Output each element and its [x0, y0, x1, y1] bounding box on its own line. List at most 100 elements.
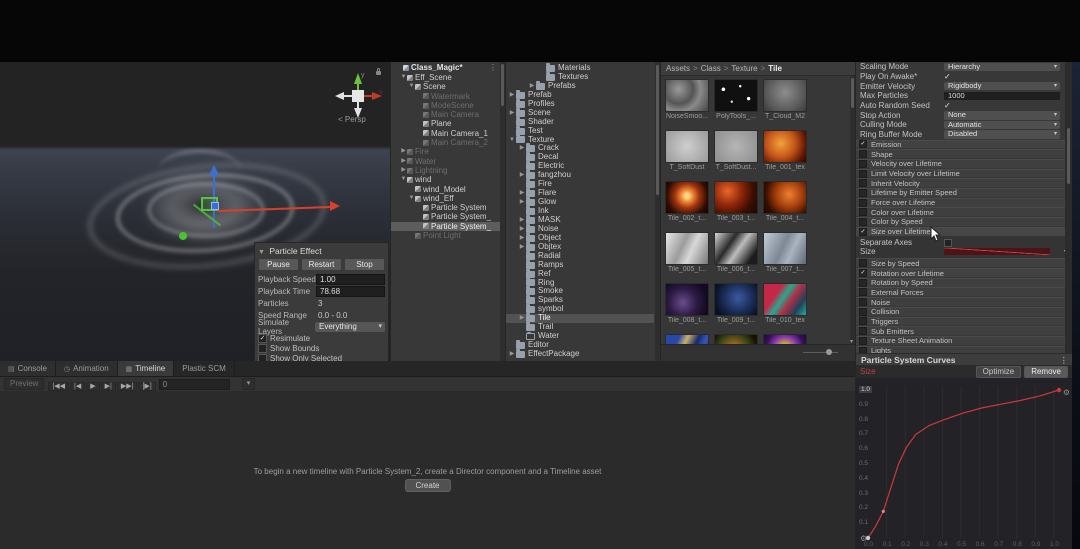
- hierarchy-item[interactable]: ModeScene: [391, 101, 505, 110]
- next-frame-button[interactable]: ▶|: [101, 382, 116, 391]
- show-only-selected-checkbox[interactable]: [258, 354, 267, 362]
- asset-item[interactable]: NoiseSmoo...: [665, 79, 709, 121]
- playback-time-input[interactable]: 78.68: [316, 286, 385, 297]
- module-checkbox[interactable]: [859, 170, 867, 178]
- foldout-closed-icon[interactable]: ▶: [518, 144, 526, 153]
- foldout-closed-icon[interactable]: ▶: [518, 225, 526, 234]
- project-folder-item[interactable]: ▶EffectPackage: [506, 350, 654, 359]
- optimize-button[interactable]: Optimize: [976, 366, 1022, 378]
- module-emission[interactable]: ✓Emission: [856, 140, 1072, 149]
- module-checkbox[interactable]: [859, 279, 867, 287]
- module-checkbox[interactable]: [859, 288, 867, 296]
- scrollbar-thumb[interactable]: [1067, 128, 1070, 184]
- foldout-closed-icon[interactable]: ▶: [518, 171, 526, 180]
- goto-start-button[interactable]: |◀◀: [48, 382, 69, 391]
- module-checkbox[interactable]: [859, 259, 867, 267]
- asset-thumbnail[interactable]: [665, 79, 709, 112]
- foldout-closed-icon[interactable]: ▶: [508, 91, 516, 100]
- module-checkbox[interactable]: [859, 308, 867, 316]
- asset-item[interactable]: Tile_006_t...: [714, 232, 758, 274]
- gizmo-center-handle[interactable]: [211, 202, 219, 210]
- project-folder-item[interactable]: Textures: [506, 73, 654, 82]
- asset-thumbnail[interactable]: [763, 283, 807, 316]
- asset-thumbnail[interactable]: [763, 79, 807, 112]
- gizmo-x-axis[interactable]: [218, 206, 330, 212]
- frame-number-field[interactable]: 0: [159, 379, 230, 390]
- perspective-label[interactable]: < Persp: [338, 115, 366, 124]
- hierarchy-item[interactable]: ▶Water: [391, 157, 505, 166]
- hierarchy-item[interactable]: Plane: [391, 119, 505, 128]
- asset-item[interactable]: Tile_001_tex: [763, 130, 807, 172]
- asset-item[interactable]: PolyTools_...: [714, 79, 758, 121]
- curves-panel-header[interactable]: Particle System Curves ⋮: [856, 353, 1072, 365]
- foldout-closed-icon[interactable]: ▶: [518, 314, 526, 323]
- hierarchy-scene-row[interactable]: Class_Magic* ⋮: [391, 62, 505, 73]
- hierarchy-item[interactable]: Main Camera_1: [391, 129, 505, 138]
- tab-plastic-scm[interactable]: Plastic SCM: [174, 361, 235, 376]
- timeline-options-dropdown[interactable]: ▾: [242, 378, 256, 390]
- module-noise[interactable]: Noise: [856, 297, 1072, 306]
- foldout-closed-icon[interactable]: ▶: [518, 234, 526, 243]
- project-folder-item[interactable]: Water: [506, 332, 654, 341]
- module-checkbox[interactable]: [859, 298, 867, 306]
- hierarchy-item[interactable]: ▶Lightning: [391, 166, 505, 175]
- module-color-by-speed[interactable]: Color by Speed: [856, 217, 1072, 226]
- asset-item[interactable]: Tile_002_t...: [665, 181, 709, 223]
- module-checkbox[interactable]: [859, 160, 867, 168]
- module-checkbox[interactable]: ✓: [859, 269, 867, 277]
- module-checkbox[interactable]: [859, 337, 867, 345]
- module-collision[interactable]: Collision: [856, 307, 1072, 316]
- module-color-over-lifetime[interactable]: Color over Lifetime: [856, 207, 1072, 216]
- hierarchy-item[interactable]: Main Camera_2: [391, 138, 505, 147]
- asset-thumbnail[interactable]: [714, 79, 758, 112]
- module-checkbox[interactable]: [859, 218, 867, 226]
- foldout-closed-icon[interactable]: ▶: [518, 189, 526, 198]
- culling-mode-dropdown[interactable]: Automatic▾: [944, 121, 1060, 130]
- emitter-velocity-dropdown[interactable]: Rigidbody▾: [944, 82, 1060, 91]
- asset-thumbnail[interactable]: [714, 232, 758, 265]
- foldout-open-icon[interactable]: ▼: [408, 82, 415, 91]
- module-size-by-speed[interactable]: Size by Speed: [856, 258, 1072, 267]
- asset-thumbnail[interactable]: [665, 232, 709, 265]
- foldout-open-icon[interactable]: ▼: [400, 175, 407, 184]
- scrollbar-thumb[interactable]: [501, 64, 504, 106]
- module-checkbox[interactable]: [859, 199, 867, 207]
- hierarchy-item[interactable]: ▼wind_Eff: [391, 194, 505, 203]
- foldout-closed-icon[interactable]: ▶: [518, 216, 526, 225]
- asset-item[interactable]: Tile_008_t...: [665, 283, 709, 325]
- prev-frame-button[interactable]: |◀: [70, 382, 85, 391]
- gizmo-z-handle[interactable]: [179, 232, 187, 240]
- module-size-over-lifetime[interactable]: ✓Size over Lifetime: [856, 227, 1072, 236]
- module-checkbox[interactable]: [859, 150, 867, 158]
- module-checkbox[interactable]: ✓: [859, 228, 867, 236]
- play-range-button[interactable]: [▶]: [138, 382, 155, 391]
- module-checkbox[interactable]: [859, 189, 867, 197]
- scrollbar-thumb[interactable]: [851, 78, 854, 108]
- tab-timeline[interactable]: ▦Timeline: [118, 361, 175, 376]
- hierarchy-item[interactable]: Main Camera: [391, 110, 505, 119]
- hierarchy-item[interactable]: ▼wind: [391, 175, 505, 184]
- module-texture-sheet-animation[interactable]: Texture Sheet Animation: [856, 336, 1072, 345]
- tab-animation[interactable]: ◷Animation: [56, 361, 118, 376]
- foldout-closed-icon[interactable]: ▶: [400, 157, 407, 166]
- asset-thumbnail[interactable]: [763, 232, 807, 265]
- asset-item[interactable]: Tile_003_t...: [714, 181, 758, 223]
- asset-thumbnail[interactable]: [665, 181, 709, 214]
- tab-console[interactable]: ▤Console: [0, 361, 56, 376]
- asset-item[interactable]: Tile_005_t...: [665, 232, 709, 274]
- hierarchy-item[interactable]: Point Light: [391, 231, 505, 240]
- asset-item[interactable]: Tile_010_tex: [763, 283, 807, 325]
- hierarchy-item[interactable]: ▶Fire: [391, 147, 505, 156]
- module-rotation-over-lifetime[interactable]: ✓Rotation over Lifetime: [856, 268, 1072, 277]
- foldout-closed-icon[interactable]: ▶: [400, 166, 407, 175]
- module-sub-emitters[interactable]: Sub Emitters: [856, 326, 1072, 335]
- gear-icon[interactable]: ⚙: [1063, 388, 1070, 397]
- curve-graph[interactable]: ⚙ ⚙ 0.00.10.20.30.40.50.60.70.80.91.01.0…: [856, 378, 1072, 549]
- breadcrumb-item[interactable]: Texture: [731, 64, 757, 73]
- ring-buffer-mode-dropdown[interactable]: Disabled▾: [944, 130, 1060, 139]
- play-button[interactable]: ▶: [86, 382, 99, 391]
- hierarchy-item[interactable]: wind_Model: [391, 185, 505, 194]
- goto-end-button[interactable]: ▶▶|: [117, 382, 138, 391]
- hierarchy-item[interactable]: Particle System_: [391, 222, 505, 231]
- hierarchy-item[interactable]: Watermark: [391, 92, 505, 101]
